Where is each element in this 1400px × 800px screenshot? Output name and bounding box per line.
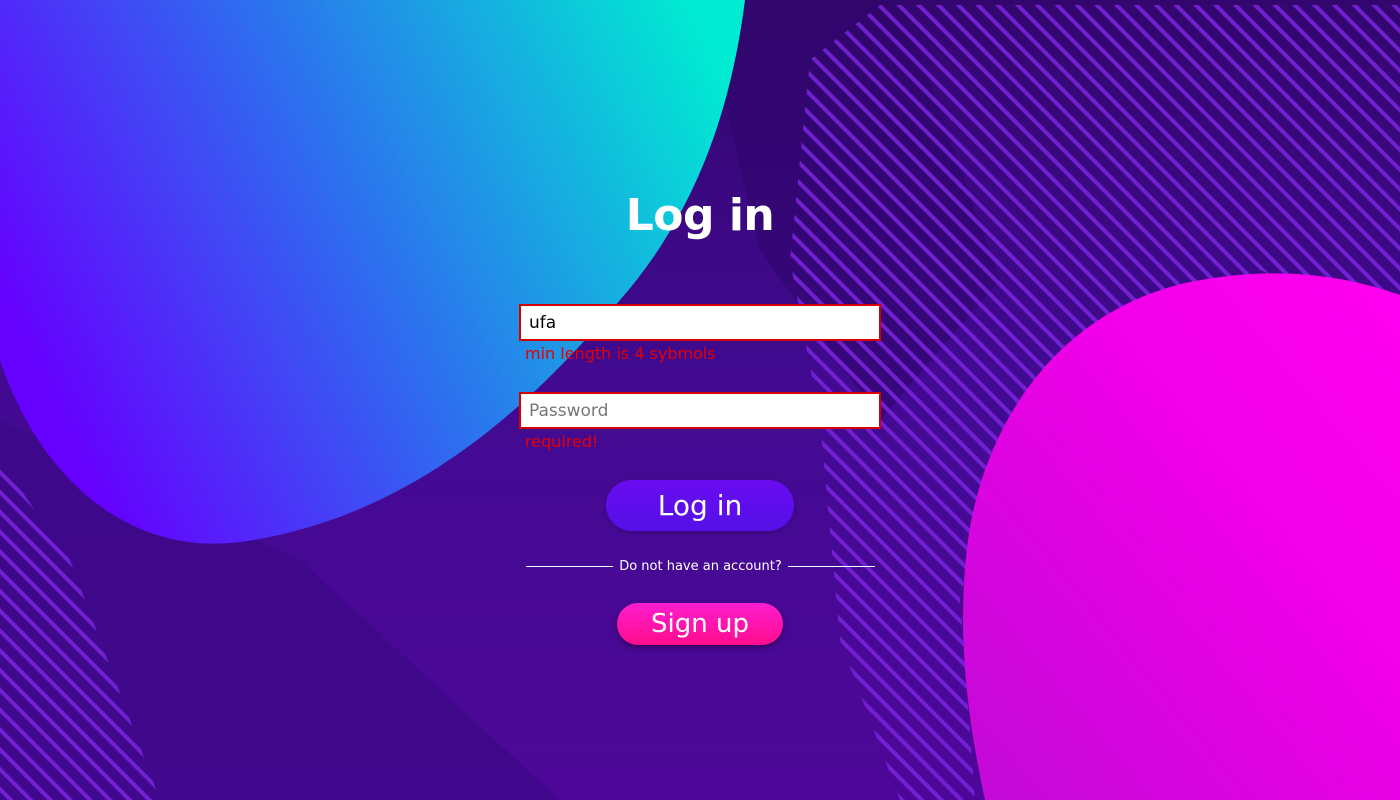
password-input[interactable] [519,392,881,429]
signup-button[interactable]: Sign up [617,603,783,645]
divider-line-left [526,566,613,567]
divider-line-right [788,566,875,567]
username-error-message: min length is 4 sybmols [525,344,716,363]
login-button[interactable]: Log in [606,480,794,531]
password-error-message: required! [525,432,599,451]
page-title: Log in [625,190,775,241]
username-input[interactable] [519,304,881,341]
signup-prompt-text: Do not have an account? [619,559,782,574]
